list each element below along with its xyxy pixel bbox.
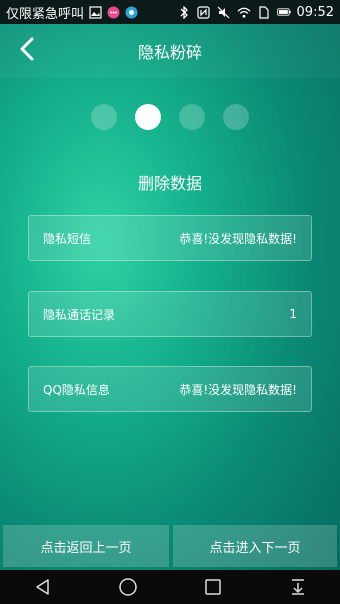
chevron-left-icon [18, 37, 36, 65]
card-value: 恭喜!没发现隐私数据! [179, 231, 297, 246]
step-dot-3 [179, 104, 205, 130]
card-value: 恭喜!没发现隐私数据! [179, 382, 297, 397]
picture-icon [88, 5, 102, 19]
back-triangle-icon[interactable] [31, 575, 55, 599]
nfc-icon [197, 5, 211, 19]
page-title: 隐私粉碎 [137, 43, 202, 62]
recents-square-icon[interactable] [201, 575, 225, 599]
step-dot-1 [91, 104, 117, 130]
card-value: 1 [289, 307, 297, 321]
notification-pull-icon[interactable] [286, 575, 310, 599]
sim-icon [257, 5, 271, 19]
wifi-icon [237, 5, 251, 19]
step-dot-4 [223, 104, 249, 130]
card-private-call-log[interactable]: 隐私通话记录 1 [28, 291, 312, 337]
back-button[interactable] [10, 34, 44, 68]
bluetooth-icon [177, 5, 191, 19]
status-left: 仅限紧急呼叫 [0, 3, 138, 22]
system-nav-bar [0, 570, 340, 604]
step-indicator [0, 104, 340, 130]
prev-page-button[interactable]: 点击返回上一页 [3, 525, 169, 567]
card-label: 隐私短信 [43, 231, 92, 246]
app-header: 隐私粉碎 [0, 24, 340, 78]
battery-icon [276, 5, 291, 19]
card-label: 隐私通话记录 [43, 307, 116, 322]
mute-icon [217, 5, 231, 19]
carrier-text: 仅限紧急呼叫 [6, 6, 85, 22]
status-bar: 仅限紧急呼叫 09:52 [0, 0, 340, 24]
section-title: 删除数据 [137, 174, 202, 193]
status-time: 09:52 [296, 4, 334, 20]
card-qq-private-info[interactable]: QQ隐私信息 恭喜!没发现隐私数据! [28, 366, 312, 412]
next-page-button[interactable]: 点击进入下一页 [173, 525, 337, 567]
status-right: 09:52 [177, 5, 340, 20]
circle-app-icon [124, 5, 138, 19]
chat-bubble-icon [106, 5, 120, 19]
card-label: QQ隐私信息 [43, 382, 110, 397]
card-private-sms[interactable]: 隐私短信 恭喜!没发现隐私数据! [28, 215, 312, 261]
home-circle-icon[interactable] [116, 575, 140, 599]
step-dot-2-active [135, 104, 161, 130]
